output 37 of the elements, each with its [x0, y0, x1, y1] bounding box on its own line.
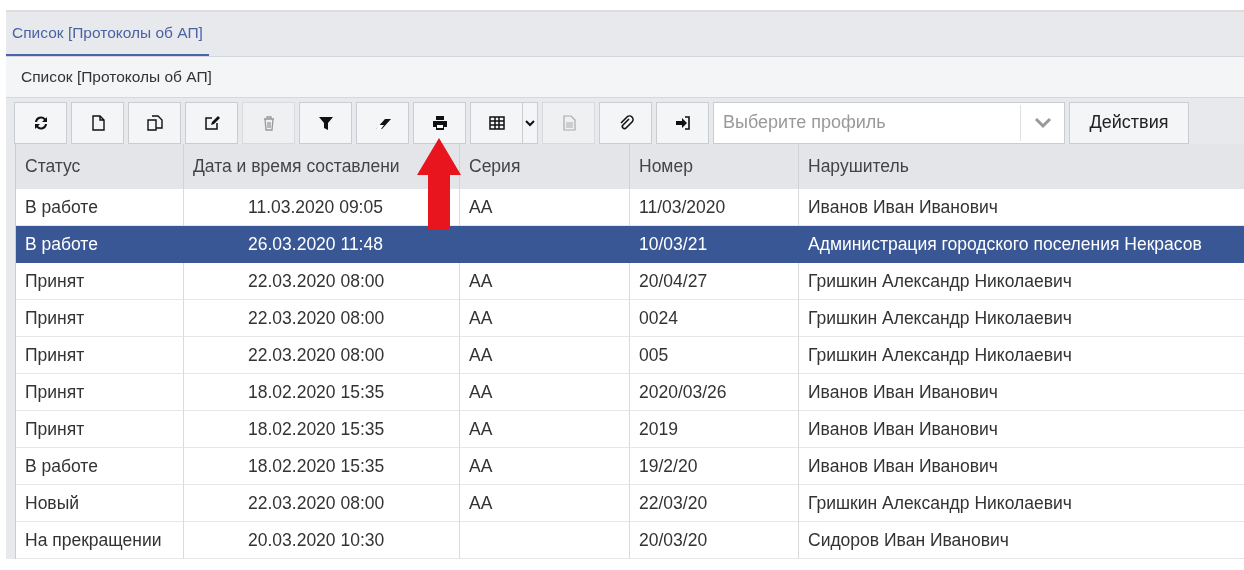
filter-button[interactable] [299, 101, 352, 144]
dropdown-button[interactable] [522, 101, 538, 144]
table-row[interactable]: Принят 22.03.2020 08:00 АА 005 Гришкин Александр Николаевич [16, 337, 1244, 374]
table-row[interactable]: На прекращении 20.03.2020 10:30 20/03/20 Сидоров Иван Иванович [16, 522, 1244, 559]
table-button[interactable] [470, 101, 522, 144]
column-header[interactable]: Серия [460, 144, 630, 189]
chevron-down-icon [1033, 116, 1052, 129]
copy-icon [145, 113, 164, 132]
table-cell: На прекращении [16, 522, 184, 559]
column-header[interactable]: Дата и время составлени [184, 144, 460, 189]
column-header[interactable]: Номер [630, 144, 799, 189]
paperclip-button[interactable] [599, 101, 652, 144]
sign-in-icon [673, 113, 692, 132]
table-row[interactable]: Принят 22.03.2020 08:00 АА 20/04/27 Гришкин Александр Николаевич [16, 263, 1244, 300]
table-row[interactable]: В работе 18.02.2020 15:35 АА 19/2/20 Иванов Иван Иванович [16, 448, 1244, 485]
table-row[interactable]: Принят 18.02.2020 15:35 АА 2020/03/26 Иванов Иван Иванович [16, 374, 1244, 411]
printer-icon [430, 113, 449, 132]
table-icon [487, 113, 506, 132]
table-cell: 20.03.2020 10:30 [184, 522, 460, 559]
panel-title: Список [Протоколы об АП] [21, 68, 212, 86]
edit-button[interactable] [185, 101, 238, 144]
table-row[interactable]: В работе 11.03.2020 09:05 АА 11/03/2020 Иванов Иван Иванович [16, 189, 1244, 226]
copy-button[interactable] [128, 101, 181, 144]
table-row[interactable]: Новый 22.03.2020 08:00 АА 22/03/20 Гришкин Александр Николаевич [16, 485, 1244, 522]
column-header[interactable]: Нарушитель [799, 144, 1244, 189]
document-button[interactable] [71, 101, 124, 144]
table-cell: 20/03/20 [630, 522, 799, 559]
printer-button[interactable] [413, 101, 466, 144]
column-header[interactable]: Статус [16, 144, 184, 189]
edit-icon [202, 113, 221, 132]
actions-button[interactable]: Действия [1069, 101, 1189, 144]
sign-in-button[interactable] [656, 101, 709, 144]
refresh-button[interactable] [14, 101, 67, 144]
table-row[interactable]: Принят 18.02.2020 15:35 АА 2019 Иванов Иван Иванович [16, 411, 1244, 448]
caret-icon [525, 118, 535, 127]
table-row[interactable]: Принят 22.03.2020 08:00 АА 0024 Гришкин Александр Николаевич [16, 300, 1244, 337]
table-cell: Сидоров Иван Иванович [799, 522, 1244, 559]
